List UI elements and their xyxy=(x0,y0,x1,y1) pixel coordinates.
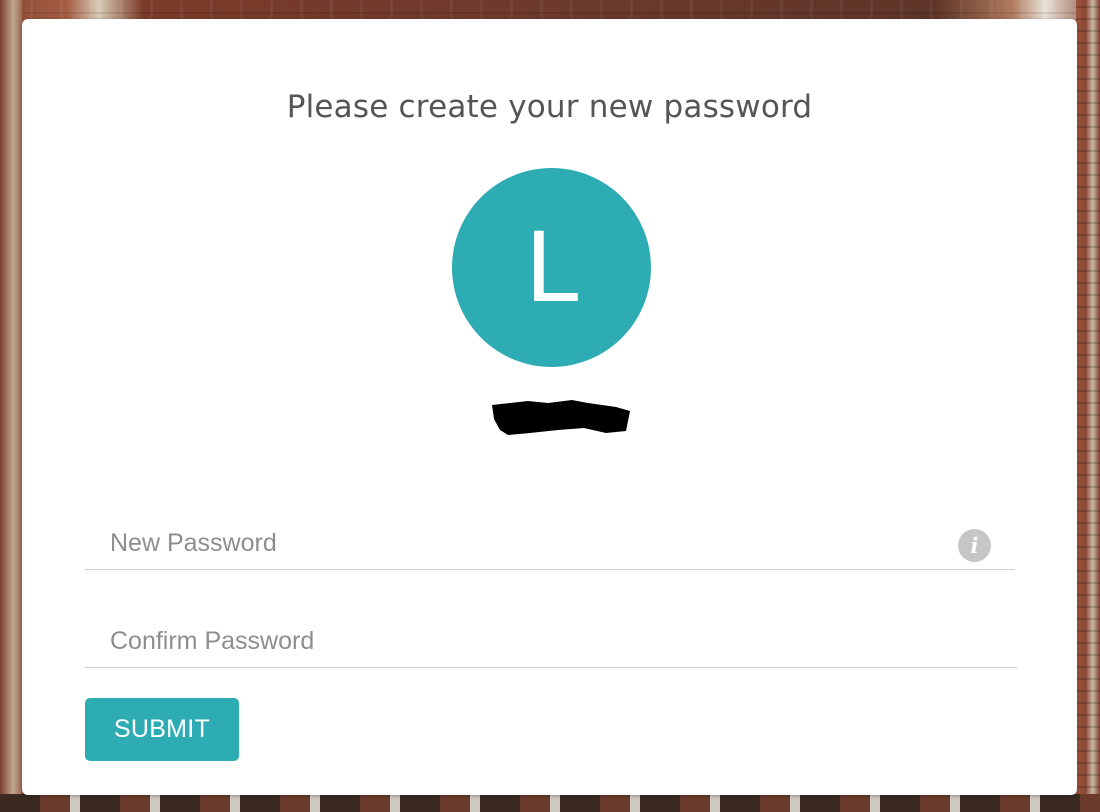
background-right-column xyxy=(1076,0,1100,812)
confirm-password-field[interactable] xyxy=(85,607,1017,668)
avatar-initial: L xyxy=(524,211,579,324)
redacted-username xyxy=(492,400,630,435)
avatar: L xyxy=(452,168,651,367)
background-bottom-strip xyxy=(0,794,1100,812)
info-icon[interactable]: i xyxy=(958,529,991,562)
new-password-input[interactable] xyxy=(85,509,1015,569)
background-left-column xyxy=(0,0,22,812)
new-password-field[interactable]: i xyxy=(85,509,1015,570)
submit-button[interactable]: SUBMIT xyxy=(85,698,239,761)
page-title: Please create your new password xyxy=(286,89,813,125)
confirm-password-input[interactable] xyxy=(85,607,1017,667)
password-card: Please create your new password L i SUBM… xyxy=(22,19,1077,795)
